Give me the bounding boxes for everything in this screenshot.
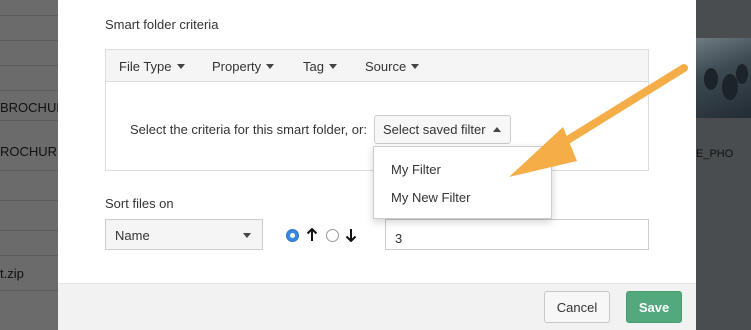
saved-filter-label: Select saved filter [383,122,486,137]
property-label: Property [212,59,262,74]
sort-section-label: Sort files on [105,196,174,211]
background-thumbnail-panel: E_PHO [696,0,751,330]
chevron-up-icon [492,127,501,132]
arrow-down-icon [345,229,357,242]
tag-label: Tag [303,59,324,74]
chevron-down-icon [411,64,420,69]
chevron-down-icon [243,233,251,238]
background-file-name: ROCHUR [0,144,58,159]
criteria-prompt: Select the criteria for this smart folde… [130,122,367,137]
source-label: Source [365,59,407,74]
save-button[interactable]: Save [626,291,682,323]
criteria-tab-bar: File Type Property Tag Source [106,50,648,82]
select-saved-filter-button[interactable]: Select saved filter [374,115,511,144]
sort-ascending-radio[interactable] [286,229,299,242]
saved-filter-menu: My Filter My New Filter [373,146,552,219]
limit-input[interactable] [385,219,649,250]
tag-dropdown[interactable]: Tag [303,59,337,74]
background-file-name: t.zip [0,266,24,281]
background-file-name: BROCHUR [0,100,58,115]
background-file-list: BROCHUR ROCHUR t.zip [0,0,58,330]
saved-filter-option[interactable]: My New Filter [391,190,470,205]
sort-field-select[interactable]: Name [105,219,263,250]
file-type-dropdown[interactable]: File Type [119,59,185,74]
chevron-down-icon [266,64,275,69]
cancel-button[interactable]: Cancel [544,291,610,323]
criteria-section-label: Smart folder criteria [105,17,219,32]
saved-filter-option[interactable]: My Filter [391,162,441,177]
sort-field-value: Name [115,228,150,243]
property-dropdown[interactable]: Property [212,59,275,74]
chevron-down-icon [328,64,337,69]
sort-descending-radio[interactable] [326,229,339,242]
background-thumbnail-label: E_PHO [696,148,734,160]
chevron-down-icon [176,64,185,69]
background-thumbnail-image [696,38,751,118]
arrow-up-icon [306,228,318,241]
file-type-label: File Type [119,59,172,74]
source-dropdown[interactable]: Source [365,59,420,74]
